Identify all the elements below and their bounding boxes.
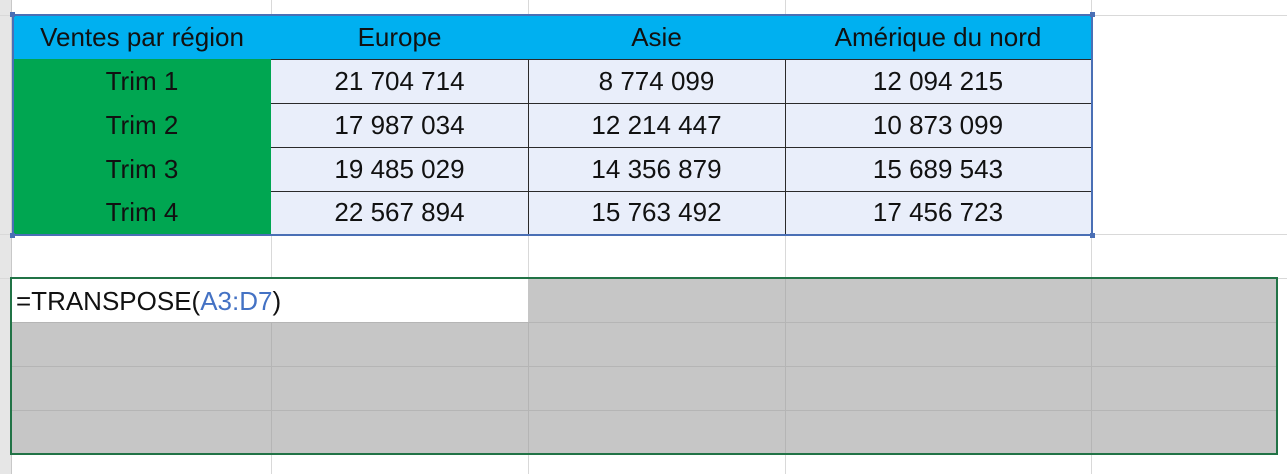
formula-function-text: =TRANSPOSE( bbox=[16, 285, 201, 316]
formula-closing-paren: ) bbox=[272, 285, 282, 316]
range-resize-handle[interactable] bbox=[10, 233, 15, 238]
formula-entry[interactable]: =TRANSPOSE(A3:D7) bbox=[16, 280, 281, 322]
range-resize-handle[interactable] bbox=[1090, 12, 1095, 17]
range-reference-border bbox=[12, 14, 1093, 236]
formula-range-reference: A3:D7 bbox=[200, 285, 273, 316]
range-resize-handle[interactable] bbox=[1090, 233, 1095, 238]
range-resize-handle[interactable] bbox=[10, 12, 15, 17]
